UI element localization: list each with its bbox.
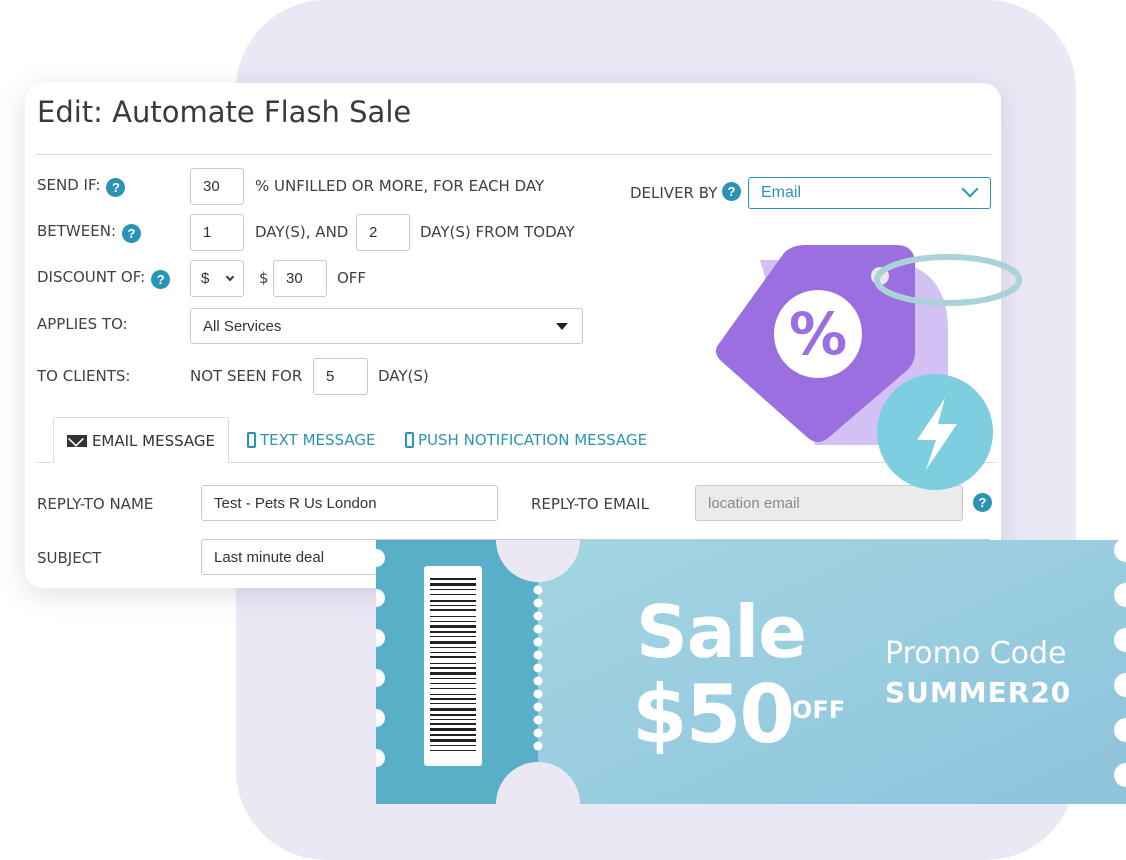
subject-label: SUBJECT xyxy=(37,549,102,567)
caret-down-icon xyxy=(556,323,568,330)
title-divider xyxy=(37,154,992,155)
chevron-down-icon xyxy=(961,180,979,198)
discount-suffix: OFF xyxy=(337,269,367,287)
to-clients-prefix: NOT SEEN FOR xyxy=(190,367,303,385)
help-icon[interactable]: ? xyxy=(122,224,141,243)
between-label: BETWEEN:? xyxy=(37,222,141,243)
send-if-percent-input[interactable]: 30 xyxy=(190,168,244,205)
reply-to-email-input[interactable]: location email xyxy=(695,485,963,521)
edit-flash-sale-card: Edit: Automate Flash Sale SEND IF:? 30 %… xyxy=(25,83,1001,588)
tab-push-notification-message[interactable]: PUSH NOTIFICATION MESSAGE xyxy=(405,417,647,463)
coupon-main-section xyxy=(536,540,1126,804)
promo-code-value: SUMMER20 xyxy=(885,676,1072,709)
help-icon[interactable]: ? xyxy=(722,182,741,201)
applies-to-select[interactable]: All Services xyxy=(190,308,583,344)
currency-select[interactable]: $ xyxy=(190,260,244,297)
between-to-input[interactable]: 2 xyxy=(356,214,410,251)
deliver-by-select[interactable]: Email xyxy=(748,177,991,209)
between-from-input[interactable]: 1 xyxy=(190,214,244,251)
page-title: Edit: Automate Flash Sale xyxy=(37,95,412,129)
to-clients-label: TO CLIENTS: xyxy=(37,367,131,385)
phone-icon xyxy=(247,432,256,448)
coupon-amount-suffix: OFF xyxy=(792,696,846,724)
coupon-headline: Sale xyxy=(636,590,807,674)
phone-icon xyxy=(405,432,414,448)
applies-to-label: APPLIES TO: xyxy=(37,315,128,333)
currency-symbol: $ xyxy=(259,269,269,287)
between-middle-text: DAY(S), AND xyxy=(255,223,349,241)
between-suffix: DAY(S) FROM TODAY xyxy=(420,223,575,241)
tab-text-message[interactable]: TEXT MESSAGE xyxy=(247,417,375,463)
reply-to-name-label: REPLY-TO NAME xyxy=(37,495,154,513)
discount-label: DISCOUNT OF:? xyxy=(37,268,171,289)
coupon-amount: $50 xyxy=(632,668,795,761)
not-seen-days-input[interactable]: 5 xyxy=(313,358,368,395)
help-icon[interactable]: ? xyxy=(973,493,992,512)
to-clients-suffix: DAY(S) xyxy=(378,367,429,385)
reply-to-name-input[interactable]: Test - Pets R Us London xyxy=(201,485,498,521)
help-icon[interactable]: ? xyxy=(151,270,171,289)
promo-code-label: Promo Code xyxy=(885,636,1067,671)
discount-amount-input[interactable]: 30 xyxy=(273,260,327,297)
deliver-by-label: DELIVER BY xyxy=(630,184,718,202)
send-if-label: SEND IF:? xyxy=(37,176,126,197)
envelope-icon xyxy=(66,434,87,447)
help-icon[interactable]: ? xyxy=(106,178,126,197)
send-if-suffix: % UNFILLED OR MORE, FOR EACH DAY xyxy=(255,177,545,195)
reply-to-email-label: REPLY-TO EMAIL xyxy=(531,495,649,513)
tab-email-message[interactable]: EMAIL MESSAGE xyxy=(53,417,229,463)
chevron-down-icon xyxy=(225,272,235,281)
